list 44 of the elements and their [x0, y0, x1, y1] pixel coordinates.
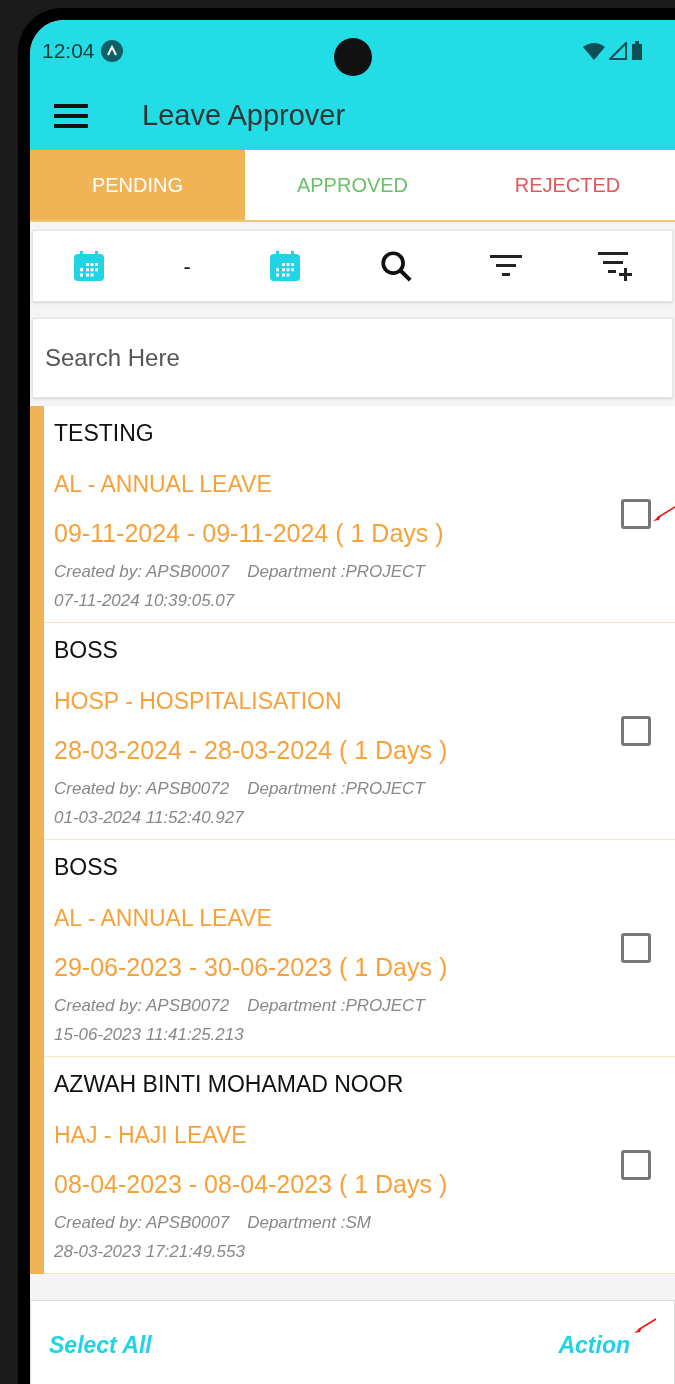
leave-type: AL - ANNUAL LEAVE	[54, 903, 273, 933]
department: Department :PROJECT	[247, 994, 425, 1017]
leave-period: 08-04-2023 - 08-04-2023 ( 1 Days )	[54, 1169, 449, 1201]
status-time: 12:04	[42, 38, 95, 65]
employee-name: AZWAH BINTI MOHAMAD NOOR	[54, 1070, 405, 1100]
created-by: Created by: APSB0072	[54, 994, 230, 1017]
department: Department :SM	[247, 1211, 371, 1234]
signal-icon	[609, 42, 627, 60]
created-by: Created by: APSB0072	[54, 777, 230, 800]
tab[interactable]: PENDING	[30, 150, 245, 220]
created-timestamp: 01-03-2024 11:52:40.927	[54, 807, 245, 830]
date-separator: -	[183, 252, 191, 281]
search-icon[interactable]	[379, 249, 414, 283]
created-timestamp: 07-11-2024 10:39:05.07	[54, 590, 236, 613]
created-timestamp: 28-03-2023 17:21:49.553	[54, 1241, 246, 1264]
created-by: Created by: APSB0007	[54, 1211, 230, 1234]
notification-icon	[100, 40, 123, 62]
department: Department :PROJECT	[247, 777, 425, 800]
employee-name: BOSS	[54, 853, 119, 883]
camera-hole	[334, 38, 372, 76]
leave-period: 28-03-2024 - 28-03-2024 ( 1 Days )	[54, 735, 449, 767]
employee-name: TESTING	[54, 419, 155, 449]
department: Department :PROJECT	[247, 560, 425, 583]
wifi-icon	[583, 42, 605, 60]
checkbox[interactable]	[621, 499, 651, 529]
search-field[interactable]: Search Here	[32, 318, 673, 398]
leave-period: 29-06-2023 - 30-06-2023 ( 1 Days )	[54, 952, 449, 984]
action-button[interactable]: Action	[558, 1327, 630, 1363]
leave-type: AL - ANNUAL LEAVE	[54, 469, 273, 499]
created-by: Created by: APSB0007	[54, 560, 230, 583]
checkbox[interactable]	[621, 716, 651, 746]
created-timestamp: 15-06-2023 11:41:25.213	[54, 1024, 245, 1047]
checkbox[interactable]	[621, 933, 651, 963]
checkbox[interactable]	[621, 1150, 651, 1180]
select-all-button[interactable]: Select All	[49, 1327, 152, 1363]
filter-icon[interactable]	[489, 253, 522, 279]
app-title: Leave Approver	[142, 98, 346, 134]
add-filter-icon[interactable]	[597, 250, 634, 282]
battery-icon	[631, 41, 643, 61]
employee-name: BOSS	[54, 636, 119, 666]
leave-period: 09-11-2024 - 09-11-2024 ( 1 Days )	[54, 518, 445, 550]
leave-type: HAJ - HAJI LEAVE	[54, 1120, 248, 1150]
menu-icon[interactable]	[54, 103, 88, 129]
leave-type: HOSP - HOSPITALISATION	[54, 686, 343, 716]
